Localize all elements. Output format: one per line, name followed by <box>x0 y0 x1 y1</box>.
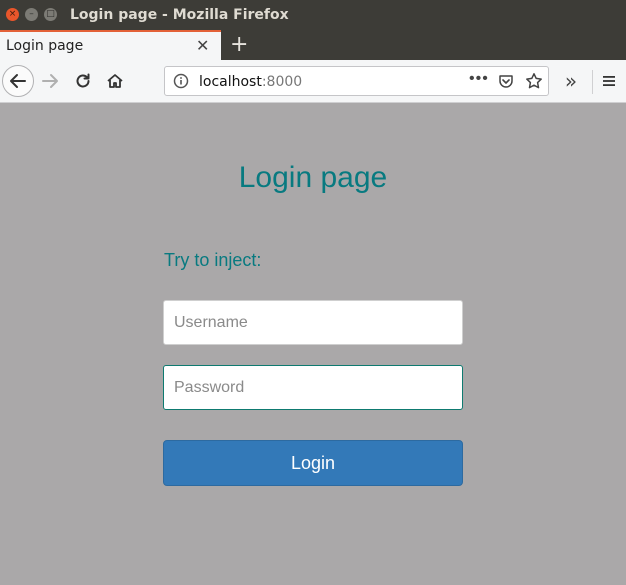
address-bar[interactable]: localhost:8000 ••• <box>164 66 549 96</box>
bookmark-star-icon[interactable] <box>525 72 543 95</box>
toolbar-separator <box>592 70 593 94</box>
tab-label: Login page <box>6 38 84 54</box>
window-minimize-button[interactable]: – <box>25 8 38 21</box>
reload-button[interactable] <box>70 68 96 94</box>
login-button[interactable]: Login <box>163 440 463 486</box>
username-input[interactable] <box>163 300 463 345</box>
url-port: :8000 <box>261 74 303 90</box>
window-close-button[interactable]: × <box>6 8 19 21</box>
pocket-icon[interactable] <box>498 73 514 94</box>
home-icon <box>107 74 123 88</box>
tab-close-icon[interactable]: ✕ <box>196 36 209 55</box>
overflow-chevron-icon[interactable]: » <box>560 68 582 94</box>
info-icon[interactable] <box>173 73 189 94</box>
new-tab-button[interactable]: + <box>230 32 248 57</box>
window-maximize-button[interactable]: □ <box>44 8 57 21</box>
home-button[interactable] <box>102 68 128 94</box>
page-actions-icon[interactable]: ••• <box>469 70 489 88</box>
tab-strip: Login page ✕ + <box>0 30 626 60</box>
window-title: Login page - Mozilla Firefox <box>70 7 289 23</box>
back-arrow-icon <box>10 74 26 88</box>
hamburger-menu-icon[interactable] <box>598 69 620 93</box>
url-host: localhost <box>199 74 262 90</box>
forward-button[interactable] <box>38 68 62 94</box>
window-titlebar: × – □ Login page - Mozilla Firefox <box>0 0 626 30</box>
url-text[interactable]: localhost:8000 <box>199 74 302 90</box>
page-title: Login page <box>238 161 388 194</box>
navigation-bar: localhost:8000 ••• » <box>0 60 626 103</box>
password-input[interactable] <box>163 365 463 410</box>
back-button[interactable] <box>2 65 34 97</box>
inject-label: Try to inject: <box>164 250 262 270</box>
forward-arrow-icon <box>42 74 58 88</box>
reload-icon <box>76 73 90 88</box>
tab-login-page[interactable]: Login page ✕ <box>0 30 221 60</box>
